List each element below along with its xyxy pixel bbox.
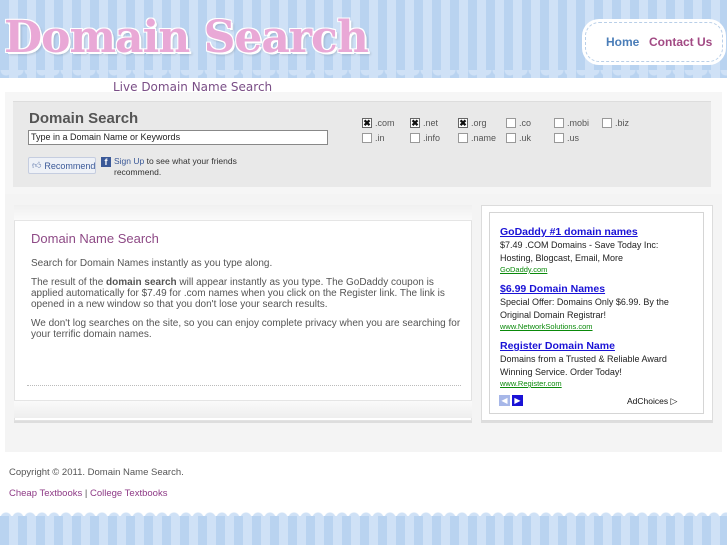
ad-body-text: Special Offer: Domains Only $6.99. By th… [500, 297, 669, 320]
tld-label: .org [471, 117, 487, 128]
tld-checkbox-name[interactable]: .name [458, 132, 496, 143]
checkbox-icon[interactable] [410, 132, 420, 143]
content-paragraph-1: Search for Domain Names instantly as you… [31, 258, 273, 269]
facebook-recommend-button[interactable]: 👍︎ Recommend [28, 157, 96, 174]
checkbox-icon[interactable] [506, 132, 516, 143]
tld-label: .mobi [567, 117, 590, 128]
ad-title-link[interactable]: Register Domain Name [500, 340, 615, 352]
ad-next-arrow-icon[interactable]: ▶ [512, 395, 523, 406]
footer-separator: | [82, 488, 90, 499]
tld-checkbox-biz[interactable]: .biz [602, 117, 629, 128]
top-navigation: Home Contact Us [585, 22, 723, 62]
ad-title-link[interactable]: $6.99 Domain Names [500, 283, 605, 295]
checkbox-icon[interactable] [458, 132, 468, 143]
content-divider [27, 385, 461, 386]
footer-banner [0, 516, 727, 545]
checkbox-icon[interactable] [554, 132, 564, 143]
content-paragraph-2: The result of the domain search will app… [31, 277, 461, 310]
paragraph-bold-text: domain search [106, 277, 177, 288]
adchoices-link[interactable]: AdChoices ▷ [627, 396, 677, 407]
checkbox-icon[interactable]: ✖ [410, 117, 420, 128]
tld-checkbox-uk[interactable]: .uk [506, 132, 531, 143]
nav-home-link[interactable]: Home [606, 35, 639, 49]
tld-checkbox-org[interactable]: ✖ .org [458, 117, 487, 128]
checkbox-icon[interactable]: ✖ [362, 117, 372, 128]
domain-search-input[interactable]: Type in a Domain Name or Keywords [28, 130, 328, 145]
tld-checkbox-in[interactable]: .in [362, 132, 385, 143]
footer-link-college-textbooks[interactable]: College Textbooks [90, 488, 167, 499]
tld-checkbox-co[interactable]: .co [506, 117, 531, 128]
tld-checkbox-info[interactable]: .info [410, 132, 440, 143]
site-logo[interactable]: Domain Search [4, 12, 369, 64]
tld-label: .net [423, 117, 439, 128]
ad-title-link[interactable]: GoDaddy #1 domain names [500, 226, 638, 238]
content-panel-top-band [14, 205, 472, 221]
header-scallop-edge [0, 70, 727, 82]
tld-label: .com [375, 117, 395, 128]
thumbs-up-icon: 👍︎ [32, 160, 42, 170]
recommend-label: Recommend [44, 160, 96, 171]
tld-checkbox-mobi[interactable]: .mobi [554, 117, 589, 128]
tld-label: .name [471, 132, 497, 143]
tld-label: .info [423, 132, 441, 143]
search-title: Domain Search [29, 110, 139, 127]
facebook-signup-link[interactable]: Sign Up [114, 156, 144, 166]
facebook-signup-text: Sign Up to see what your friends recomme… [114, 156, 244, 178]
ad-url-link[interactable]: www.Register.com [500, 379, 562, 388]
copyright-text: Copyright © 2011. Domain Name Search. [9, 467, 184, 478]
footer-links: Cheap Textbooks | College Textbooks [9, 488, 167, 499]
nav-contact-link[interactable]: Contact Us [649, 35, 712, 49]
checkbox-icon[interactable] [506, 117, 516, 128]
facebook-icon: f [101, 157, 111, 167]
content-paragraph-3: We don't log searches on the site, so yo… [31, 318, 461, 340]
adchoices-icon: ▷ [670, 396, 678, 406]
ad-url-link[interactable]: www.NetworkSolutions.com [500, 322, 593, 331]
checkbox-icon[interactable] [602, 117, 612, 128]
tld-label: .uk [519, 132, 532, 143]
tld-label: .in [375, 132, 385, 143]
tld-checkbox-net[interactable]: ✖ .net [410, 117, 438, 128]
tld-checkbox-us[interactable]: .us [554, 132, 579, 143]
tld-label: .biz [615, 117, 630, 128]
checkbox-icon[interactable]: ✖ [458, 117, 468, 128]
ad-body-text: Domains from a Trusted & Reliable Award … [500, 354, 667, 377]
ad-url-link[interactable]: GoDaddy.com [500, 265, 547, 274]
checkbox-icon[interactable] [554, 117, 564, 128]
tld-label: .co [519, 117, 532, 128]
tld-checkbox-com[interactable]: ✖ .com [362, 117, 395, 128]
paragraph-text: The result of the [31, 277, 107, 288]
adchoices-label: AdChoices [627, 396, 669, 406]
footer-link-cheap-textbooks[interactable]: Cheap Textbooks [9, 488, 82, 499]
content-heading: Domain Name Search [31, 231, 159, 246]
ad-body-text: $7.49 .COM Domains - Save Today Inc: Hos… [500, 240, 659, 263]
tld-label: .us [567, 132, 580, 143]
checkbox-icon[interactable] [362, 132, 372, 143]
content-panel-bottom-band [14, 400, 472, 418]
ad-prev-arrow-icon[interactable]: ◀ [499, 395, 510, 406]
